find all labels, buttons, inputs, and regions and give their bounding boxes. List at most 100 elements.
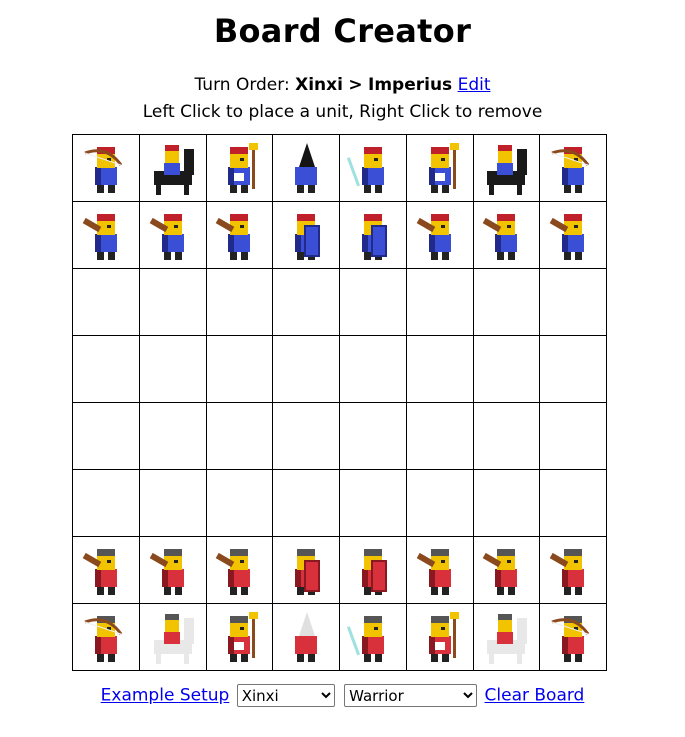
board-cell[interactable] <box>205 469 274 537</box>
imperius-swordsman-icon <box>340 608 406 666</box>
board-cell[interactable] <box>138 603 207 671</box>
board-cell[interactable] <box>138 268 207 336</box>
xinxi-mage-icon <box>407 139 473 197</box>
imperius-warrior-icon <box>73 541 139 599</box>
xinxi-swordsman-icon <box>340 139 406 197</box>
board-cell[interactable] <box>272 134 340 202</box>
board-cell[interactable] <box>539 469 607 537</box>
example-setup-link[interactable]: Example Setup <box>101 686 230 706</box>
board-cell[interactable] <box>339 402 407 470</box>
board-row <box>72 201 607 269</box>
edit-turn-order-link[interactable]: Edit <box>458 75 491 95</box>
board-cell[interactable] <box>472 402 541 470</box>
board-cell[interactable] <box>138 469 207 537</box>
board-cell[interactable] <box>405 335 474 403</box>
board-cell[interactable] <box>405 402 474 470</box>
board-cell[interactable] <box>539 603 607 671</box>
board-cell[interactable] <box>72 536 140 604</box>
board-cell[interactable] <box>539 402 607 470</box>
board-cell[interactable] <box>272 268 340 336</box>
board-cell[interactable] <box>138 201 207 269</box>
board-cell[interactable] <box>72 268 140 336</box>
clear-board-link[interactable]: Clear Board <box>485 686 585 706</box>
imperius-shield-icon <box>340 541 406 599</box>
board-cell[interactable] <box>472 335 541 403</box>
xinxi-archer-icon <box>540 139 606 197</box>
board-cell[interactable] <box>138 335 207 403</box>
board-cell[interactable] <box>205 335 274 403</box>
board-cell[interactable] <box>405 469 474 537</box>
board-cell[interactable] <box>472 469 541 537</box>
board-cell[interactable] <box>72 402 140 470</box>
player-select[interactable]: XinxiImperius <box>236 684 335 707</box>
board-cell[interactable] <box>539 536 607 604</box>
imperius-cavalry-icon <box>140 608 206 666</box>
board-cell[interactable] <box>138 134 207 202</box>
xinxi-warrior-icon <box>140 206 206 264</box>
board-cell[interactable] <box>272 536 340 604</box>
board-cell[interactable] <box>72 335 140 403</box>
board-cell[interactable] <box>405 536 474 604</box>
board-cell[interactable] <box>72 201 140 269</box>
imperius-mage-icon <box>407 608 473 666</box>
board-cell[interactable] <box>472 536 541 604</box>
xinxi-shield-icon <box>340 206 406 264</box>
board-cell[interactable] <box>539 201 607 269</box>
xinxi-cavalry-icon <box>140 139 206 197</box>
board-cell[interactable] <box>138 536 207 604</box>
board-cell[interactable] <box>339 335 407 403</box>
board-cell[interactable] <box>405 268 474 336</box>
turn-order-second-player: Imperius <box>368 75 453 95</box>
xinxi-knight-icon <box>273 139 339 197</box>
board-cell[interactable] <box>339 201 407 269</box>
board-cell[interactable] <box>539 268 607 336</box>
board-cell[interactable] <box>339 603 407 671</box>
board-cell[interactable] <box>272 402 340 470</box>
board-cell[interactable] <box>272 603 340 671</box>
imperius-archer-icon <box>540 608 606 666</box>
turn-order-label: Turn Order: <box>194 75 290 95</box>
game-board <box>72 134 607 671</box>
board-cell[interactable] <box>205 402 274 470</box>
board-cell[interactable] <box>72 469 140 537</box>
board-cell[interactable] <box>405 603 474 671</box>
xinxi-warrior-icon <box>73 206 139 264</box>
board-row <box>72 268 607 336</box>
instructions-text: Left Click to place a unit, Right Click … <box>142 102 543 122</box>
board-row <box>72 402 607 470</box>
unit-select[interactable]: Warrior <box>344 684 478 707</box>
board-cell[interactable] <box>405 134 474 202</box>
board-row <box>72 603 607 671</box>
xinxi-warrior-icon <box>207 206 273 264</box>
xinxi-warrior-icon <box>540 206 606 264</box>
board-cell[interactable] <box>205 603 274 671</box>
board-cell[interactable] <box>539 134 607 202</box>
board-cell[interactable] <box>472 268 541 336</box>
board-cell[interactable] <box>339 134 407 202</box>
board-cell[interactable] <box>405 201 474 269</box>
board-cell[interactable] <box>472 201 541 269</box>
board-cell[interactable] <box>339 268 407 336</box>
board-cell[interactable] <box>138 402 207 470</box>
board-cell[interactable] <box>205 134 274 202</box>
imperius-warrior-icon <box>474 541 540 599</box>
xinxi-mage-icon <box>207 139 273 197</box>
imperius-knight-icon <box>273 608 339 666</box>
imperius-warrior-icon <box>407 541 473 599</box>
board-cell[interactable] <box>272 335 340 403</box>
board-row <box>72 536 607 604</box>
board-cell[interactable] <box>72 603 140 671</box>
imperius-cavalry-icon <box>474 608 540 666</box>
board-cell[interactable] <box>539 335 607 403</box>
board-cell[interactable] <box>205 536 274 604</box>
board-cell[interactable] <box>339 536 407 604</box>
board-cell[interactable] <box>472 603 541 671</box>
board-cell[interactable] <box>72 134 140 202</box>
board-cell[interactable] <box>272 201 340 269</box>
board-cell[interactable] <box>472 134 541 202</box>
board-cell[interactable] <box>205 268 274 336</box>
board-cell[interactable] <box>339 469 407 537</box>
board-cell[interactable] <box>205 201 274 269</box>
board-cell[interactable] <box>272 469 340 537</box>
board-row <box>72 134 607 202</box>
